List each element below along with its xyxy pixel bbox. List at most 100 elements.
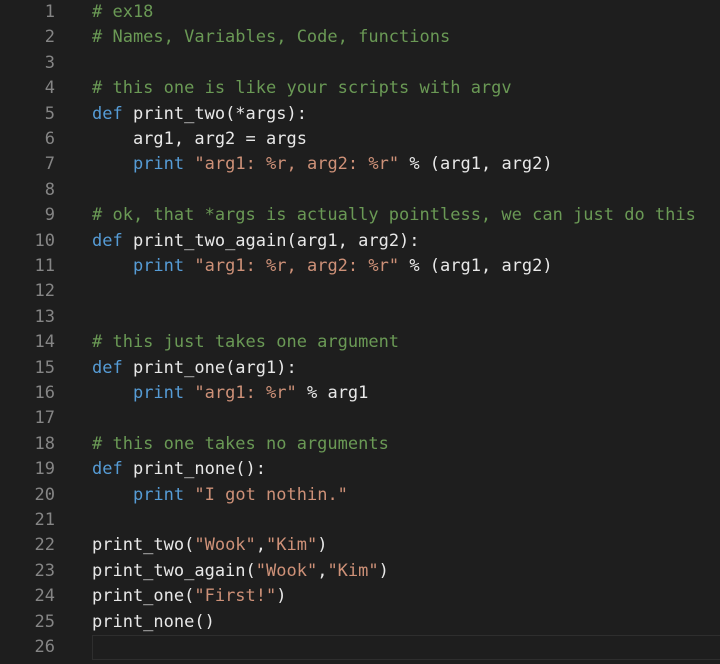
code-token-string: "Kim": [266, 535, 318, 556]
code-text[interactable]: def print_none():: [92, 457, 720, 482]
code-line[interactable]: 19 def print_none():: [0, 457, 720, 482]
code-line[interactable]: 9 # ok, that *args is actually pointless,…: [0, 203, 720, 228]
code-text[interactable]: print "I got nothin.": [92, 483, 720, 508]
code-token-plain: print_two_again(: [92, 560, 256, 581]
line-number: 20: [34, 484, 55, 505]
code-line[interactable]: 4 # this one is like your scripts with ar…: [0, 76, 720, 101]
code-line[interactable]: 13: [0, 305, 720, 330]
line-number: 6: [44, 129, 55, 149]
code-line[interactable]: 15 def print_one(arg1):: [0, 356, 720, 381]
line-number: 4: [44, 78, 55, 99]
code-text[interactable]: print "arg1: %r, arg2: %r" % (arg1, arg2…: [92, 254, 720, 279]
code-line[interactable]: 8: [0, 178, 720, 203]
code-line[interactable]: 20 print "I got nothin.": [0, 483, 720, 508]
code-text[interactable]: [92, 178, 720, 203]
code-token-keyword: def: [92, 459, 123, 480]
code-line[interactable]: 7 print "arg1: %r, arg2: %r" % (arg1, ar…: [0, 152, 720, 177]
code-text[interactable]: # ex18: [92, 0, 720, 25]
code-token-comment: # this just takes one argument: [92, 332, 400, 353]
code-token-keyword: def: [92, 230, 123, 251]
line-number: 10: [34, 230, 55, 251]
code-text[interactable]: # ok, that *args is actually pointless, …: [92, 203, 720, 228]
code-text[interactable]: print_one("First!"): [92, 584, 720, 609]
code-token-string: "Wook": [194, 535, 256, 556]
code-text[interactable]: print "arg1: %r" % arg1: [92, 381, 720, 406]
line-number: 21: [34, 510, 55, 530]
code-line[interactable]: 2 # Names, Variables, Code, functions: [0, 25, 720, 50]
code-text[interactable]: print_two("Wook","Kim"): [92, 533, 720, 558]
code-token-plain: print_two_again(arg1, arg2):: [122, 230, 420, 251]
code-text[interactable]: [92, 406, 720, 431]
line-number: 23: [34, 560, 55, 581]
code-token-comment: # this one is like your scripts with arg…: [92, 78, 512, 99]
code-text[interactable]: # this one takes no arguments: [92, 432, 720, 457]
code-line[interactable]: 26: [0, 635, 720, 661]
line-number: 19: [34, 459, 55, 480]
code-line[interactable]: 6 arg1, arg2 = args: [0, 127, 720, 152]
code-line[interactable]: 10 def print_two_again(arg1, arg2):: [0, 229, 720, 254]
code-token-string: "I got nothin.": [194, 484, 348, 505]
code-text[interactable]: print "arg1: %r, arg2: %r" % (arg1, arg2…: [92, 152, 720, 177]
code-text[interactable]: print_none(): [92, 610, 720, 635]
code-token-string: "arg1: %r, arg2: %r": [194, 154, 400, 175]
code-line[interactable]: 23 print_two_again("Wook","Kim"): [0, 559, 720, 584]
code-line[interactable]: 11 print "arg1: %r, arg2: %r" % (arg1, a…: [0, 254, 720, 279]
code-line[interactable]: 5 def print_two(*args):: [0, 102, 720, 127]
code-line[interactable]: 17: [0, 406, 720, 431]
code-line[interactable]: 21: [0, 508, 720, 533]
code-text[interactable]: def print_one(arg1):: [92, 356, 720, 381]
line-number: 24: [34, 586, 55, 607]
code-token-plain: ): [317, 535, 328, 556]
code-token-string: "Wook": [255, 560, 318, 581]
code-text[interactable]: print_two_again("Wook","Kim"): [92, 559, 720, 584]
code-token-keyword: def: [92, 357, 123, 378]
line-number: 9: [44, 205, 55, 226]
code-text[interactable]: # Names, Variables, Code, functions: [92, 25, 720, 50]
code-line[interactable]: 22 print_two("Wook","Kim"): [0, 533, 720, 558]
code-text[interactable]: [92, 305, 720, 330]
code-text[interactable]: def print_two_again(arg1, arg2):: [92, 229, 720, 254]
line-number: 2: [44, 27, 55, 48]
code-line[interactable]: 3: [0, 51, 720, 76]
code-text[interactable]: [92, 279, 720, 304]
code-text[interactable]: def print_two(*args):: [92, 102, 720, 127]
code-token-plain: print_two(*args):: [122, 103, 307, 124]
code-token-comment: # this one takes no arguments: [92, 433, 389, 454]
line-number: 25: [34, 611, 55, 632]
code-line[interactable]: 16 print "arg1: %r" % arg1: [0, 381, 720, 406]
code-line[interactable]: 18 # this one takes no arguments: [0, 432, 720, 457]
code-text[interactable]: [92, 635, 720, 661]
code-token-keyword: def: [92, 103, 123, 124]
code-token-plain: % (arg1, arg2): [399, 256, 553, 276]
line-number: 14: [34, 332, 55, 353]
code-text[interactable]: [92, 508, 720, 533]
line-number: 7: [44, 154, 55, 175]
code-line[interactable]: 12: [0, 279, 720, 304]
code-token-keyword: print: [132, 154, 185, 175]
line-number: 3: [44, 52, 55, 73]
line-number: 8: [44, 179, 55, 200]
code-token-plain: % (arg1, arg2): [399, 154, 553, 175]
code-text[interactable]: arg1, arg2 = args: [92, 127, 720, 152]
code-text[interactable]: [92, 51, 720, 76]
code-line[interactable]: 24 print_one("First!"): [0, 584, 720, 609]
code-token-string: "arg1: %r": [194, 383, 297, 403]
code-text[interactable]: # this one is like your scripts with arg…: [92, 76, 720, 101]
code-line[interactable]: 25 print_none(): [0, 610, 720, 635]
line-number: 18: [34, 433, 55, 454]
line-number: 11: [34, 256, 55, 276]
code-line[interactable]: 14 # this just takes one argument: [0, 330, 720, 355]
code-editor[interactable]: 1 # ex18 2 # Names, Variables, Code, functi…: [0, 0, 720, 664]
code-token-plain: print_none(): [92, 611, 215, 632]
code-token-string: "Kim": [327, 560, 379, 581]
code-line[interactable]: 1 # ex18: [0, 0, 720, 25]
code-token-keyword: print: [132, 256, 185, 276]
line-number: 22: [34, 535, 55, 556]
code-text[interactable]: # this just takes one argument: [92, 330, 720, 355]
